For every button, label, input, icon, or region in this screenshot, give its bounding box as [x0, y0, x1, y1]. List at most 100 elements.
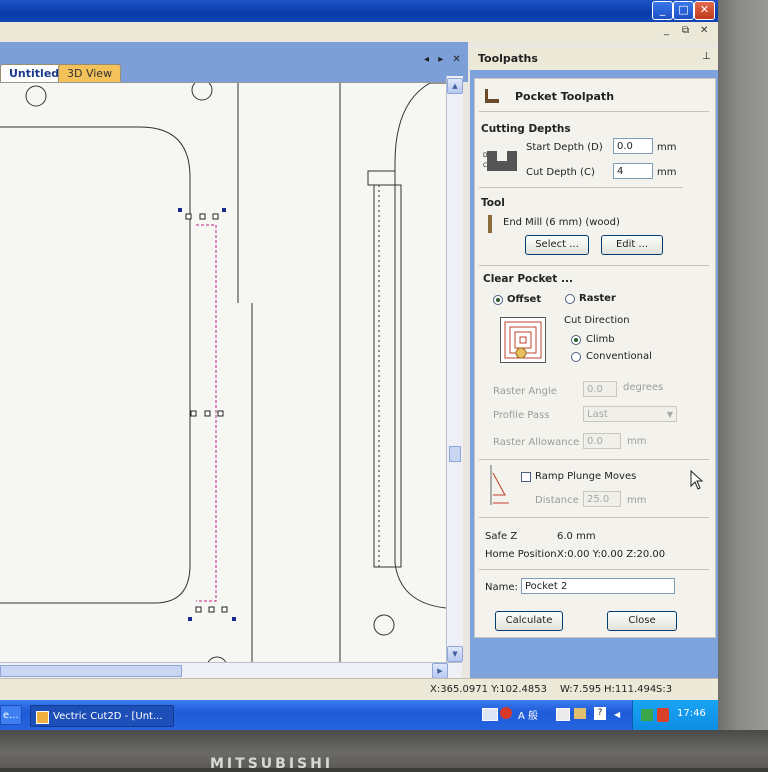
handle	[185, 213, 192, 220]
handle	[208, 606, 215, 613]
minimize-button[interactable]: _	[652, 1, 673, 20]
cutting-depths-label: Cutting Depths	[481, 123, 571, 135]
scroll-right-button[interactable]: ▶	[432, 663, 448, 679]
cutting-depth-diagram-icon: DC	[483, 151, 517, 171]
handle	[195, 606, 202, 613]
scroll-down-button[interactable]: ▼	[447, 646, 463, 662]
clear-pocket-label: Clear Pocket ...	[483, 273, 573, 285]
mdi-minimize-button[interactable]: _	[664, 25, 669, 36]
panel-heading: Pocket Toolpath	[515, 90, 615, 103]
app-icon	[36, 711, 49, 724]
safe-z-label: Safe Z	[485, 531, 518, 542]
pocket-toolpath-icon	[485, 89, 499, 103]
safe-z-value: 6.0 mm	[557, 531, 596, 542]
pocket-toolpath-form: Pocket Toolpath Cutting Depths DC Start …	[474, 78, 716, 638]
start-depth-unit: mm	[657, 142, 677, 153]
vertical-scrollbar[interactable]: ▲ ▼	[446, 76, 463, 662]
offset-label: Offset	[507, 294, 542, 305]
app-title-bar	[0, 0, 718, 22]
profile-pass-value: Last	[587, 409, 608, 420]
ramp-distance-input[interactable]: 25.0	[583, 491, 621, 507]
ramp-plunge-checkbox[interactable]	[521, 472, 531, 482]
tool-select-button[interactable]: Select ...	[525, 235, 589, 255]
hole-top-left	[25, 85, 47, 107]
divider	[479, 459, 709, 460]
dropdown-arrow-icon: ▼	[666, 410, 673, 419]
drawing-canvas[interactable]	[0, 82, 446, 663]
tab-3d-view[interactable]: 3D View	[58, 64, 122, 82]
network-icon[interactable]	[641, 709, 653, 721]
tool-icon[interactable]	[574, 708, 586, 719]
horizontal-scrollbar[interactable]: ▶	[0, 662, 462, 679]
corner-handle	[188, 617, 192, 621]
hole-bottom-right	[373, 614, 395, 636]
calculate-button[interactable]: Calculate	[495, 611, 563, 631]
language-icon[interactable]	[500, 707, 512, 719]
clock: 17:46	[677, 708, 706, 719]
system-tray: 17:46	[632, 700, 718, 730]
toolpath-name-input[interactable]: Pocket 2	[521, 578, 675, 594]
raster-allowance-input[interactable]: 0.0	[583, 433, 621, 449]
maximize-button[interactable]: □	[673, 1, 694, 20]
hscroll-thumb[interactable]	[0, 665, 182, 677]
ramp-plunge-icon	[490, 465, 509, 505]
part-outline-left	[0, 126, 191, 604]
raster-angle-label: Raster Angle	[493, 386, 557, 397]
security-shield-icon[interactable]	[657, 708, 669, 722]
divider	[479, 187, 683, 188]
menu-bar	[0, 22, 718, 42]
ime-indicator[interactable]: A 般	[518, 707, 538, 722]
svg-text:D: D	[483, 152, 488, 159]
mdi-close-button[interactable]: ✕	[700, 25, 708, 36]
svg-text:C: C	[483, 162, 487, 169]
cut-direction-label: Cut Direction	[564, 315, 630, 326]
distance-unit: mm	[627, 495, 647, 506]
corner-handle	[222, 208, 226, 212]
divider	[479, 265, 709, 266]
tool-name: End Mill (6 mm) (wood)	[503, 217, 620, 228]
corner-handle	[232, 617, 236, 621]
start-depth-input[interactable]: 0.0	[613, 138, 653, 154]
raster-radio[interactable]	[565, 294, 575, 304]
taskbar: e... Vectric Cut2D - [Unt... A 般 ? ◀	[0, 700, 718, 730]
divider	[479, 517, 709, 518]
raster-label: Raster	[579, 293, 616, 304]
cut-depth-unit: mm	[657, 167, 677, 178]
handle	[217, 410, 224, 417]
corner-handle	[178, 208, 182, 212]
monitor-brand-logo: MITSUBISHI	[210, 756, 334, 772]
conventional-label: Conventional	[586, 351, 652, 362]
scroll-up-button[interactable]: ▲	[447, 78, 463, 94]
toolpaths-panel-header: Toolpaths ⊥	[470, 48, 718, 70]
slot-rect	[373, 184, 402, 568]
climb-radio[interactable]	[571, 335, 581, 345]
help-icon[interactable]: ?	[594, 707, 606, 720]
pin-icon[interactable]: ⊥	[702, 51, 711, 62]
tray-expand-icon[interactable]: ◀	[614, 710, 620, 719]
raster-angle-input[interactable]: 0.0	[583, 381, 617, 397]
toolpaths-title: Toolpaths	[478, 52, 538, 65]
taskbar-item[interactable]: e...	[0, 705, 22, 725]
offset-radio[interactable]	[493, 295, 503, 305]
close-button[interactable]: Close	[607, 611, 677, 631]
name-label: Name:	[485, 582, 518, 593]
handle	[199, 213, 206, 220]
tab-navigation-arrows[interactable]: ◂ ▸ ✕	[424, 54, 464, 65]
divider	[479, 111, 709, 112]
selection-count: S:3	[656, 684, 673, 695]
keyboard-icon[interactable]	[482, 708, 498, 721]
conventional-radio[interactable]	[571, 352, 581, 362]
home-position-value: X:0.00 Y:0.00 Z:20.00	[557, 549, 666, 560]
scroll-thumb[interactable]	[449, 446, 461, 462]
ime-pad-icon[interactable]	[556, 708, 570, 721]
profile-pass-select[interactable]: Last ▼	[583, 406, 677, 422]
offset-pattern-icon	[500, 317, 546, 363]
raster-angle-unit: degrees	[623, 382, 664, 393]
taskbar-active-app[interactable]: Vectric Cut2D - [Unt...	[30, 705, 174, 727]
cut-depth-input[interactable]: 4	[613, 163, 653, 179]
tool-edit-button[interactable]: Edit ...	[601, 235, 663, 255]
home-position-label: Home Position	[485, 549, 557, 560]
handle	[190, 410, 197, 417]
mdi-restore-button[interactable]: ⧉	[682, 25, 689, 36]
close-window-button[interactable]: ✕	[694, 1, 715, 20]
